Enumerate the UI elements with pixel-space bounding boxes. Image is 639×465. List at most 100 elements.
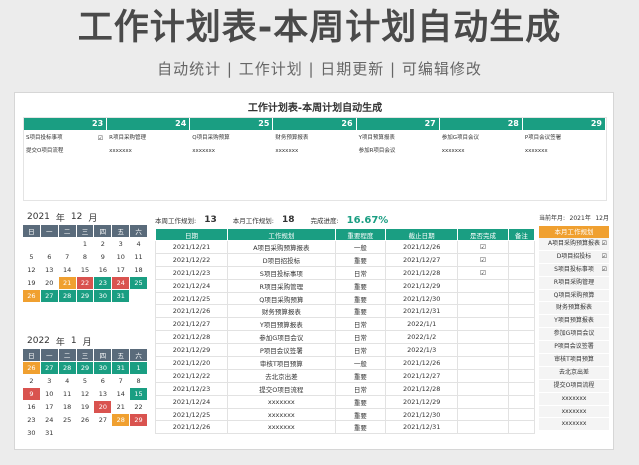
table-cell[interactable]: 2021/12/29 xyxy=(154,343,229,358)
calendar-year[interactable]: 2022 xyxy=(27,336,50,346)
calendar-day[interactable]: 3 xyxy=(112,238,130,250)
calendar-day[interactable]: 23 xyxy=(94,277,112,289)
table-cell[interactable]: A项目采购预算报表 xyxy=(227,240,336,254)
calendar-day[interactable]: 28 xyxy=(58,362,76,374)
calendar-day[interactable]: 18 xyxy=(130,264,147,276)
calendar-day[interactable]: 14 xyxy=(58,264,76,276)
calendar-day[interactable]: 17 xyxy=(112,264,130,276)
calendar-day[interactable]: 21 xyxy=(58,277,76,289)
month-plan-item[interactable]: 审核T项目预算 xyxy=(539,354,609,367)
table-cell[interactable]: 日常 xyxy=(334,381,387,396)
table-cell[interactable]: 2022/1/1 xyxy=(385,317,459,332)
calendar-year[interactable]: 2021 xyxy=(27,212,50,222)
calendar-day[interactable]: 16 xyxy=(94,264,112,276)
table-cell[interactable] xyxy=(507,278,536,293)
calendar-day[interactable]: 21 xyxy=(112,401,130,413)
calendar-day[interactable]: 26 xyxy=(23,362,40,374)
table-cell[interactable]: 2022/1/3 xyxy=(385,343,459,358)
table-cell[interactable] xyxy=(507,368,536,383)
calendar-day[interactable]: 27 xyxy=(40,290,58,302)
table-cell[interactable]: 日常 xyxy=(334,317,387,332)
table-cell[interactable]: 2021/12/26 xyxy=(154,420,229,435)
table-cell[interactable] xyxy=(507,291,536,306)
calendar-day[interactable]: 11 xyxy=(58,388,76,400)
table-cell[interactable]: 2021/12/22 xyxy=(154,368,229,383)
calendar-day[interactable]: 12 xyxy=(76,388,94,400)
week-task-item[interactable]: xxxxxxx xyxy=(192,145,271,158)
calendar-day[interactable]: 11 xyxy=(130,251,147,263)
table-cell[interactable]: 重要 xyxy=(334,394,387,409)
calendar-day[interactable]: 4 xyxy=(130,238,147,250)
current-year-value[interactable]: 2021年 xyxy=(570,213,591,222)
calendar-day[interactable]: 25 xyxy=(130,277,147,289)
calendar-day[interactable]: 5 xyxy=(76,375,94,387)
table-cell[interactable]: 2021/12/20 xyxy=(154,356,229,370)
calendar-day[interactable]: 22 xyxy=(130,401,147,413)
table-cell[interactable]: 重要 xyxy=(334,407,387,422)
calendar-day[interactable]: 31 xyxy=(40,427,58,439)
table-cell[interactable]: 重要 xyxy=(334,420,387,435)
table-cell[interactable]: D项目招投标 xyxy=(227,252,336,267)
calendar-day[interactable]: 29 xyxy=(130,414,147,426)
table-cell[interactable]: 2021/12/30 xyxy=(385,291,459,306)
table-cell[interactable]: 日常 xyxy=(334,265,387,280)
calendar-day[interactable]: 1 xyxy=(130,362,147,374)
week-task-item[interactable]: xxxxxxx xyxy=(275,145,354,158)
table-cell[interactable]: Q项目采购预算 xyxy=(227,291,336,306)
calendar-day[interactable]: 7 xyxy=(112,375,130,387)
completed-checkbox[interactable] xyxy=(457,420,509,435)
table-cell[interactable]: xxxxxxx xyxy=(227,420,336,435)
completed-checkbox[interactable]: ☑ xyxy=(457,265,509,280)
calendar-day[interactable]: 31 xyxy=(112,362,130,374)
calendar-day[interactable]: 29 xyxy=(76,290,94,302)
table-cell[interactable] xyxy=(507,356,536,370)
calendar-day[interactable]: 28 xyxy=(112,414,130,426)
month-plan-item[interactable]: 去北京出差 xyxy=(539,366,609,380)
calendar-day[interactable]: 19 xyxy=(76,401,94,413)
calendar-day[interactable]: 30 xyxy=(94,362,112,374)
calendar-day[interactable]: 30 xyxy=(23,427,40,439)
table-cell[interactable]: P项目会议签署 xyxy=(227,343,336,358)
week-task-item[interactable]: 提交O项目流程 xyxy=(26,145,105,158)
calendar-day[interactable]: 27 xyxy=(40,362,58,374)
table-cell[interactable] xyxy=(507,304,536,319)
table-cell[interactable] xyxy=(507,394,536,409)
table-cell[interactable]: 2021/12/28 xyxy=(385,265,459,280)
table-cell[interactable]: xxxxxxx xyxy=(227,407,336,422)
calendar-day[interactable]: 20 xyxy=(94,401,112,413)
table-cell[interactable]: 一般 xyxy=(334,240,387,254)
calendar-day[interactable]: 28 xyxy=(58,290,76,302)
table-cell[interactable] xyxy=(507,343,536,358)
completed-checkbox[interactable] xyxy=(457,291,509,306)
calendar-day[interactable]: 8 xyxy=(76,251,94,263)
completed-checkbox[interactable] xyxy=(457,381,509,396)
table-cell[interactable]: 2021/12/28 xyxy=(385,381,459,396)
table-cell[interactable] xyxy=(507,252,536,267)
calendar-day[interactable]: 19 xyxy=(23,277,40,289)
completed-checkbox[interactable] xyxy=(457,304,509,319)
month-plan-item[interactable]: R项目采购管理 xyxy=(539,276,609,290)
table-cell[interactable]: 2021/12/24 xyxy=(154,394,229,409)
table-cell[interactable]: 提交O项目流程 xyxy=(227,381,336,396)
week-task-item[interactable]: 参加G项目会议 xyxy=(442,132,521,145)
table-cell[interactable]: 2021/12/26 xyxy=(385,240,459,254)
calendar-day[interactable]: 4 xyxy=(58,375,76,387)
table-cell[interactable]: 2021/12/30 xyxy=(385,407,459,422)
calendar-day[interactable]: 30 xyxy=(94,290,112,302)
calendar-month[interactable]: 12 xyxy=(71,212,82,222)
calendar-day[interactable]: 13 xyxy=(40,264,58,276)
calendar-day[interactable]: 18 xyxy=(58,401,76,413)
week-task-item[interactable]: Q项目采购预算 xyxy=(192,132,271,145)
calendar-day[interactable]: 27 xyxy=(94,414,112,426)
table-cell[interactable] xyxy=(507,407,536,422)
table-cell[interactable]: 2021/12/29 xyxy=(385,394,459,409)
month-plan-item[interactable]: xxxxxxx xyxy=(539,405,609,419)
calendar-day[interactable]: 10 xyxy=(112,251,130,263)
calendar-day[interactable]: 14 xyxy=(112,388,130,400)
calendar-day[interactable]: 29 xyxy=(76,362,94,374)
calendar-day[interactable]: 2 xyxy=(94,238,112,250)
month-plan-item[interactable]: xxxxxxx xyxy=(539,418,609,432)
calendar-day[interactable]: 7 xyxy=(58,251,76,263)
table-cell[interactable]: 2021/12/25 xyxy=(154,407,229,422)
calendar-day[interactable]: 20 xyxy=(40,277,58,289)
